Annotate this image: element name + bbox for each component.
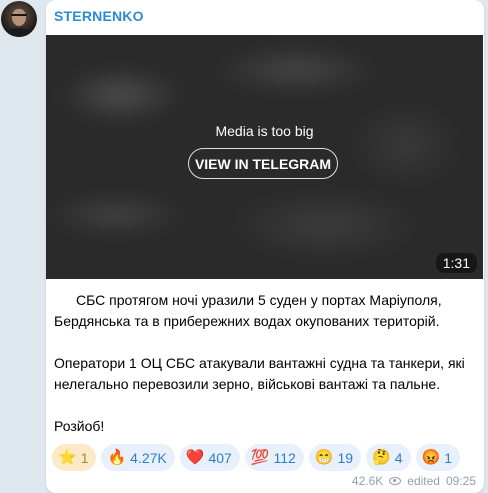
post-paragraph: СБС протягом ночі уразили 5 суден у порт…	[54, 292, 442, 329]
reaction-hundred[interactable]: 💯 112	[244, 444, 304, 471]
channel-name[interactable]: STERNENKO	[54, 8, 144, 24]
media-too-big-message: Media is too big	[215, 123, 314, 139]
reaction-count: 407	[208, 449, 232, 466]
views-count: 42.6K	[351, 474, 384, 488]
heart-icon: ❤️	[185, 449, 205, 466]
reaction-count: 1	[80, 449, 89, 466]
hundred-points-icon: 💯	[250, 449, 270, 466]
post-text: СБС протягом ночі уразили 5 суден у порт…	[54, 290, 479, 458]
reaction-thinking[interactable]: 🤔 4	[366, 444, 411, 471]
angry-face-icon: 😡	[421, 449, 441, 466]
reaction-angry[interactable]: 😡 1	[415, 444, 461, 471]
reaction-count: 1	[444, 449, 453, 466]
reaction-fire[interactable]: 🔥 4.27K	[101, 444, 175, 471]
grin-face-icon: 😁	[314, 449, 334, 466]
message-footer: 42.6K edited 09:25	[352, 474, 476, 488]
reaction-count: 4.27K	[130, 449, 167, 466]
reaction-count: 19	[337, 449, 354, 466]
thinking-face-icon: 🤔	[372, 449, 391, 466]
view-in-telegram-button[interactable]: VIEW IN TELEGRAM	[188, 148, 338, 179]
edited-label: edited	[407, 474, 440, 488]
star-icon: ⭐	[58, 449, 77, 466]
reaction-count: 4	[394, 449, 403, 466]
eye-icon	[389, 477, 402, 485]
reaction-star[interactable]: ⭐ 1	[52, 444, 97, 471]
message-bubble: STERNENKO Media is too big VIEW IN TELEG…	[46, 0, 484, 493]
reaction-count: 112	[273, 449, 296, 466]
avatar-shirt	[5, 28, 33, 37]
reaction-heart[interactable]: ❤️ 407	[179, 444, 240, 471]
post-paragraph: Розйоб!	[54, 418, 105, 434]
message-time: 09:25	[445, 474, 476, 488]
video-preview[interactable]: Media is too big VIEW IN TELEGRAM 1:31	[46, 35, 483, 279]
video-duration: 1:31	[435, 253, 477, 273]
post-paragraph: Оператори 1 ОЦ СБС атакували вантажні су…	[54, 355, 465, 392]
reaction-grin[interactable]: 😁 19	[308, 444, 362, 471]
reactions-bar: ⭐ 1 🔥 4.27K ❤️ 407 💯 112 😁 19 🤔 4 😡 1	[52, 444, 484, 471]
channel-avatar[interactable]	[1, 1, 37, 37]
avatar-glasses	[11, 14, 27, 20]
fire-icon: 🔥	[107, 449, 127, 466]
